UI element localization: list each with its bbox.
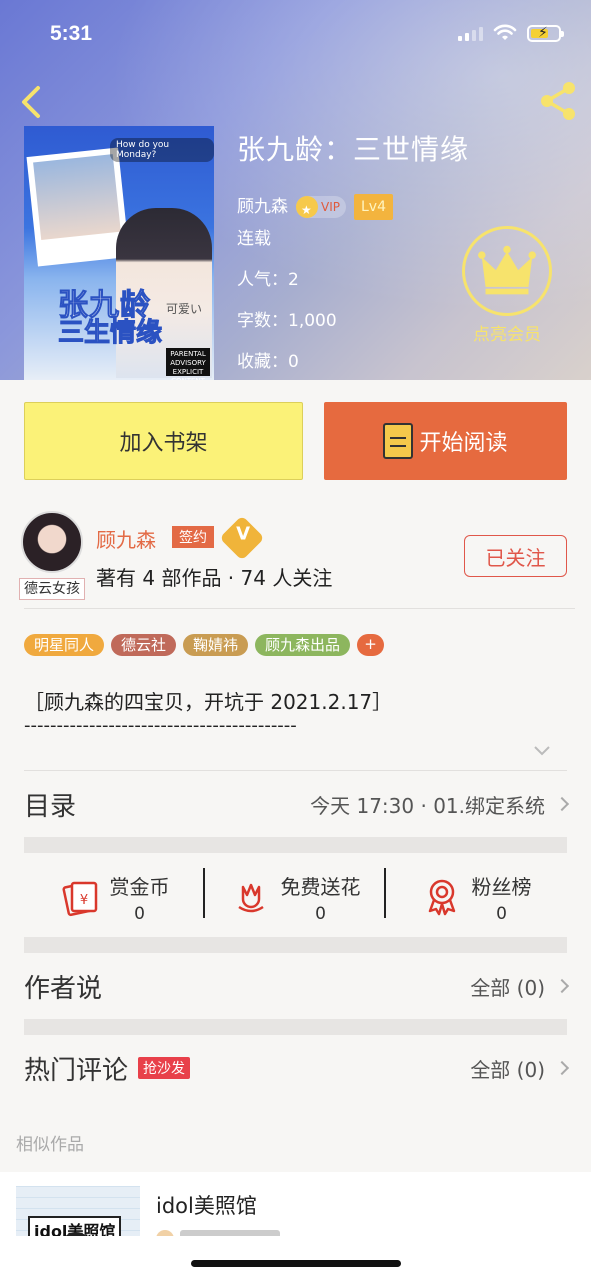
home-indicator[interactable] <box>191 1260 401 1267</box>
gift-value: 0 <box>134 903 145 924</box>
gift-name: 免费送花 <box>280 874 361 899</box>
tag-item[interactable]: 德云社 <box>111 634 177 656</box>
book-author[interactable]: 顾九森 <box>237 195 288 219</box>
author-says-count: 全部 (0) <box>470 975 545 1000</box>
avatar-tag: 德云女孩 <box>19 578 85 600</box>
author-says-row[interactable]: 作者说 全部 (0) <box>24 961 570 1011</box>
author-avatar[interactable] <box>21 511 83 573</box>
book-word-count: 字数：1,000 <box>237 311 337 331</box>
book-popularity: 人气：2 <box>237 270 299 290</box>
red-envelope-icon: ¥ <box>61 881 97 917</box>
add-to-shelf-button[interactable]: 加入书架 <box>24 402 303 480</box>
share-icon[interactable] <box>539 80 579 122</box>
add-tag-button[interactable]: + <box>357 634 385 656</box>
gift-value: 0 <box>496 903 507 924</box>
section-divider <box>24 837 567 853</box>
follow-button[interactable]: 已关注 <box>464 535 567 577</box>
cover-side-text: 可爱い <box>166 302 203 316</box>
back-icon[interactable] <box>16 84 46 120</box>
level-badge: Lv4 <box>353 193 393 220</box>
battery-icon: ⚡ <box>527 24 564 42</box>
tag-item[interactable]: 顾九森出品 <box>255 634 351 656</box>
svg-text:¥: ¥ <box>79 893 87 908</box>
section-divider <box>24 937 567 953</box>
chevron-right-icon <box>554 1060 570 1076</box>
hot-comments-count: 全部 (0) <box>470 1057 545 1082</box>
vip-icon <box>296 195 318 222</box>
author-says-label: 作者说 <box>24 973 103 1004</box>
hot-comments-label: 热门评论 <box>24 1055 129 1086</box>
book-favorites: 收藏：0 <box>237 352 299 372</box>
wifi-icon <box>493 24 517 40</box>
cover-title-line2: 三生情缘 <box>57 318 163 349</box>
catalog-row[interactable]: 目录 今天 17:30 · 01.绑定系统 <box>24 779 570 829</box>
book-icon <box>383 423 414 459</box>
author-stats: 著有 4 部作品 · 74 人关注 <box>96 566 333 590</box>
book-info: 张九龄：三世情缘 顾九森 VIP Lv4 连载 人气：2 字数：1,000 收藏… <box>237 128 469 391</box>
bottom-bar <box>0 1236 591 1280</box>
tag-item[interactable]: 鞠婧祎 <box>183 634 249 656</box>
author-name[interactable]: 顾九森 <box>96 524 156 553</box>
signed-badge: 签约 <box>172 526 214 548</box>
divider <box>24 608 575 609</box>
gift-value: 0 <box>315 903 326 924</box>
flower-icon <box>237 883 264 913</box>
member-label[interactable]: 点亮会员 <box>462 320 552 345</box>
gift-bar: ¥ 赏金币 0 免费送花 0 粉丝榜 0 <box>24 858 567 936</box>
chevron-right-icon <box>554 796 570 812</box>
section-divider <box>24 1019 567 1035</box>
fan-ranking-button[interactable]: 粉丝榜 0 <box>386 858 567 936</box>
sofa-badge: 抢沙发 <box>138 1057 191 1079</box>
book-title: 张九龄：三世情缘 <box>237 133 470 166</box>
tag-list: 明星同人 德云社 鞠婧祎 顾九森出品 + <box>24 634 385 656</box>
status-bar: 5:31 ⚡ <box>50 22 564 52</box>
similar-title[interactable]: idol美照馆 <box>156 1190 257 1220</box>
latest-chapter: 今天 17:30 · 01.绑定系统 <box>310 793 545 818</box>
gift-name: 赏金币 <box>109 874 170 899</box>
parental-advisory-label: PARENTAL ADVISORY EXPLICIT CONTENT <box>166 348 210 380</box>
vip-badge: VIP <box>296 195 346 222</box>
divider <box>24 770 567 771</box>
similar-heading: 相似作品 <box>16 1135 84 1155</box>
chevron-down-icon[interactable] <box>532 744 552 758</box>
crown-icon[interactable] <box>462 226 552 316</box>
chevron-right-icon <box>554 978 570 994</box>
hot-comments-row[interactable]: 热门评论 抢沙发 全部 (0) <box>24 1043 570 1093</box>
start-reading-button[interactable]: 开始阅读 <box>324 402 567 480</box>
book-cover[interactable]: How do you Monday? 张九龄 三生情缘 可爱い PARENTAL… <box>24 126 214 380</box>
tag-item[interactable]: 明星同人 <box>24 634 105 656</box>
send-flower-button[interactable]: 免费送花 0 <box>205 858 386 936</box>
medal-icon <box>428 879 455 916</box>
cover-header-text: How do you Monday? <box>110 138 214 162</box>
start-reading-label: 开始阅读 <box>419 431 508 456</box>
reward-coins-button[interactable]: ¥ 赏金币 0 <box>24 858 205 936</box>
signal-icon <box>458 25 483 41</box>
verified-icon: V <box>219 515 265 561</box>
intro-dashes: ----------------------------------------… <box>24 715 297 736</box>
status-time: 5:31 <box>50 22 93 45</box>
book-intro: ［顾九森的四宝贝，开坑于 2021.2.17］ <box>24 690 393 714</box>
gift-name: 粉丝榜 <box>471 874 532 899</box>
catalog-label: 目录 <box>24 791 77 822</box>
book-status: 连载 <box>237 229 271 249</box>
